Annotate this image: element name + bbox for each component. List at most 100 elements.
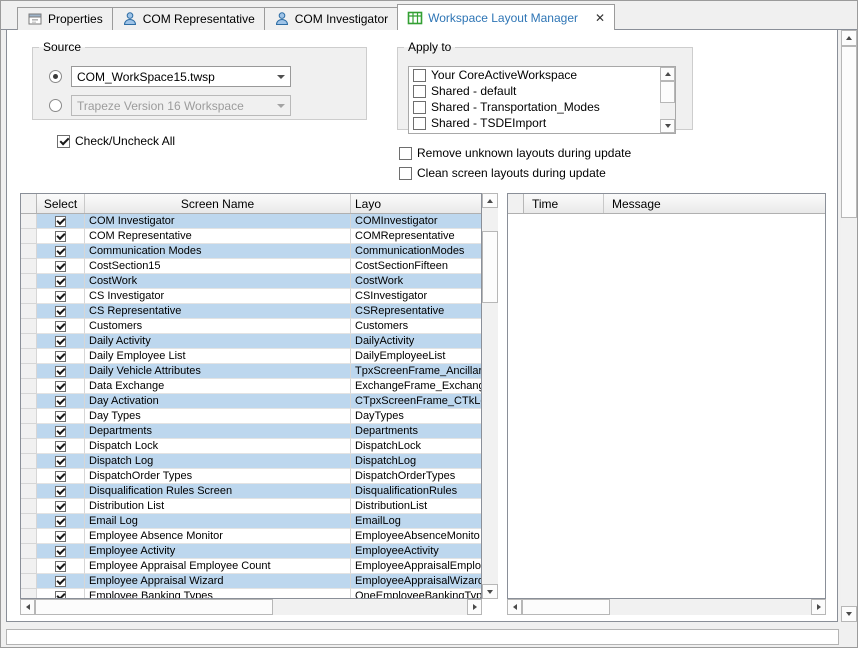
table-row[interactable]: Employee Absence Monitor EmployeeAbsence… <box>21 529 481 544</box>
table-row[interactable]: CostSection15 CostSectionFifteen <box>21 259 481 274</box>
select-cell[interactable] <box>37 574 85 589</box>
row-select-checkbox[interactable] <box>55 291 66 302</box>
workspace-checkbox[interactable] <box>413 117 426 130</box>
scrollbar-thumb[interactable] <box>841 46 857 218</box>
table-row[interactable]: Data Exchange ExchangeFrame_Exchang <box>21 379 481 394</box>
close-icon[interactable]: ✕ <box>595 12 605 24</box>
scroll-right-button[interactable] <box>811 599 826 615</box>
tab-com-investigator[interactable]: COM Investigator <box>264 7 398 30</box>
row-select-checkbox[interactable] <box>55 531 66 542</box>
select-cell[interactable] <box>37 379 85 394</box>
select-cell[interactable] <box>37 394 85 409</box>
select-cell[interactable] <box>37 304 85 319</box>
row-selector[interactable] <box>21 349 37 364</box>
table-row[interactable]: Daily Employee List DailyEmployeeList <box>21 349 481 364</box>
table-row[interactable]: Dispatch Lock DispatchLock <box>21 439 481 454</box>
select-cell[interactable] <box>37 544 85 559</box>
select-cell[interactable] <box>37 424 85 439</box>
row-selector[interactable] <box>21 259 37 274</box>
table-row[interactable]: DispatchOrder Types DispatchOrderTypes <box>21 469 481 484</box>
row-select-checkbox[interactable] <box>55 471 66 482</box>
row-select-checkbox[interactable] <box>55 546 66 557</box>
select-cell[interactable] <box>37 469 85 484</box>
table-row[interactable]: Email Log EmailLog <box>21 514 481 529</box>
select-cell[interactable] <box>37 409 85 424</box>
select-cell[interactable] <box>37 364 85 379</box>
time-column-header[interactable]: Time <box>524 194 604 213</box>
table-row[interactable]: COM Representative COMRepresentative <box>21 229 481 244</box>
row-selector[interactable] <box>21 409 37 424</box>
select-cell[interactable] <box>37 439 85 454</box>
row-select-checkbox[interactable] <box>55 501 66 512</box>
workspace-checkbox[interactable] <box>413 101 426 114</box>
message-column-header[interactable]: Message <box>604 194 825 213</box>
row-select-checkbox[interactable] <box>55 486 66 497</box>
source-trapeze-radio[interactable] <box>49 99 62 112</box>
select-cell[interactable] <box>37 214 85 229</box>
row-selector[interactable] <box>21 529 37 544</box>
row-select-checkbox[interactable] <box>55 456 66 467</box>
row-selector[interactable] <box>21 574 37 589</box>
select-cell[interactable] <box>37 289 85 304</box>
row-selector[interactable] <box>21 334 37 349</box>
row-select-checkbox[interactable] <box>55 366 66 377</box>
scroll-right-button[interactable] <box>467 599 482 615</box>
row-select-checkbox[interactable] <box>55 351 66 362</box>
row-select-checkbox[interactable] <box>55 561 66 572</box>
row-selector[interactable] <box>21 544 37 559</box>
select-cell[interactable] <box>37 529 85 544</box>
scroll-down-button[interactable] <box>841 606 857 622</box>
select-cell[interactable] <box>37 349 85 364</box>
row-selector[interactable] <box>21 289 37 304</box>
apply-to-list-item[interactable]: Shared - Transportation_Modes <box>409 99 660 115</box>
grid-vertical-scrollbar[interactable] <box>482 193 498 599</box>
row-select-checkbox[interactable] <box>55 246 66 257</box>
remove-unknown-layouts-option[interactable]: Remove unknown layouts during update <box>399 146 631 160</box>
screen-name-column-header[interactable]: Screen Name <box>85 194 351 213</box>
apply-to-list-item[interactable]: Shared - TSDEImport <box>409 115 660 131</box>
page-vertical-scrollbar[interactable] <box>841 30 857 622</box>
scroll-left-button[interactable] <box>20 599 35 615</box>
table-row[interactable]: Employee Appraisal Employee Count Employ… <box>21 559 481 574</box>
select-cell[interactable] <box>37 514 85 529</box>
apply-list-vertical-scrollbar[interactable] <box>660 67 675 133</box>
tab-workspace-layout-manager[interactable]: Workspace Layout Manager ✕ <box>397 4 615 31</box>
apply-to-list-item[interactable]: Shared - default <box>409 83 660 99</box>
table-row[interactable]: Disqualification Rules Screen Disqualifi… <box>21 484 481 499</box>
table-row[interactable]: Dispatch Log DispatchLog <box>21 454 481 469</box>
scroll-up-button[interactable] <box>660 67 675 81</box>
table-row[interactable]: Day Activation CTpxScreenFrame_CTkLoa <box>21 394 481 409</box>
select-cell[interactable] <box>37 559 85 574</box>
row-selector[interactable] <box>21 394 37 409</box>
row-select-checkbox[interactable] <box>55 231 66 242</box>
workspace-checkbox[interactable] <box>413 85 426 98</box>
row-selector[interactable] <box>21 319 37 334</box>
dropdown-button[interactable] <box>272 67 290 86</box>
row-selector[interactable] <box>21 454 37 469</box>
select-cell[interactable] <box>37 229 85 244</box>
scrollbar-thumb[interactable] <box>660 81 675 103</box>
row-selector[interactable] <box>21 424 37 439</box>
row-select-checkbox[interactable] <box>55 306 66 317</box>
table-row[interactable]: Daily Vehicle Attributes TpxScreenFrame_… <box>21 364 481 379</box>
row-select-checkbox[interactable] <box>55 516 66 527</box>
row-select-checkbox[interactable] <box>55 381 66 392</box>
row-selector[interactable] <box>21 229 37 244</box>
check-uncheck-all-checkbox[interactable] <box>57 135 70 148</box>
table-row[interactable]: Departments Departments <box>21 424 481 439</box>
select-column-header[interactable]: Select <box>37 194 85 213</box>
grid-horizontal-scrollbar[interactable] <box>20 599 482 615</box>
log-horizontal-scrollbar[interactable] <box>507 599 826 615</box>
table-row[interactable]: Employee Activity EmployeeActivity <box>21 544 481 559</box>
table-row[interactable]: COM Investigator COMInvestigator <box>21 214 481 229</box>
row-select-checkbox[interactable] <box>55 396 66 407</box>
table-row[interactable]: Communication Modes CommunicationModes <box>21 244 481 259</box>
row-selector[interactable] <box>21 214 37 229</box>
page-horizontal-scrollbar[interactable] <box>6 629 839 645</box>
row-select-checkbox[interactable] <box>55 441 66 452</box>
remove-unknown-layouts-checkbox[interactable] <box>399 147 412 160</box>
scroll-down-button[interactable] <box>660 119 675 133</box>
row-selector[interactable] <box>21 364 37 379</box>
select-cell[interactable] <box>37 319 85 334</box>
row-select-checkbox[interactable] <box>55 411 66 422</box>
